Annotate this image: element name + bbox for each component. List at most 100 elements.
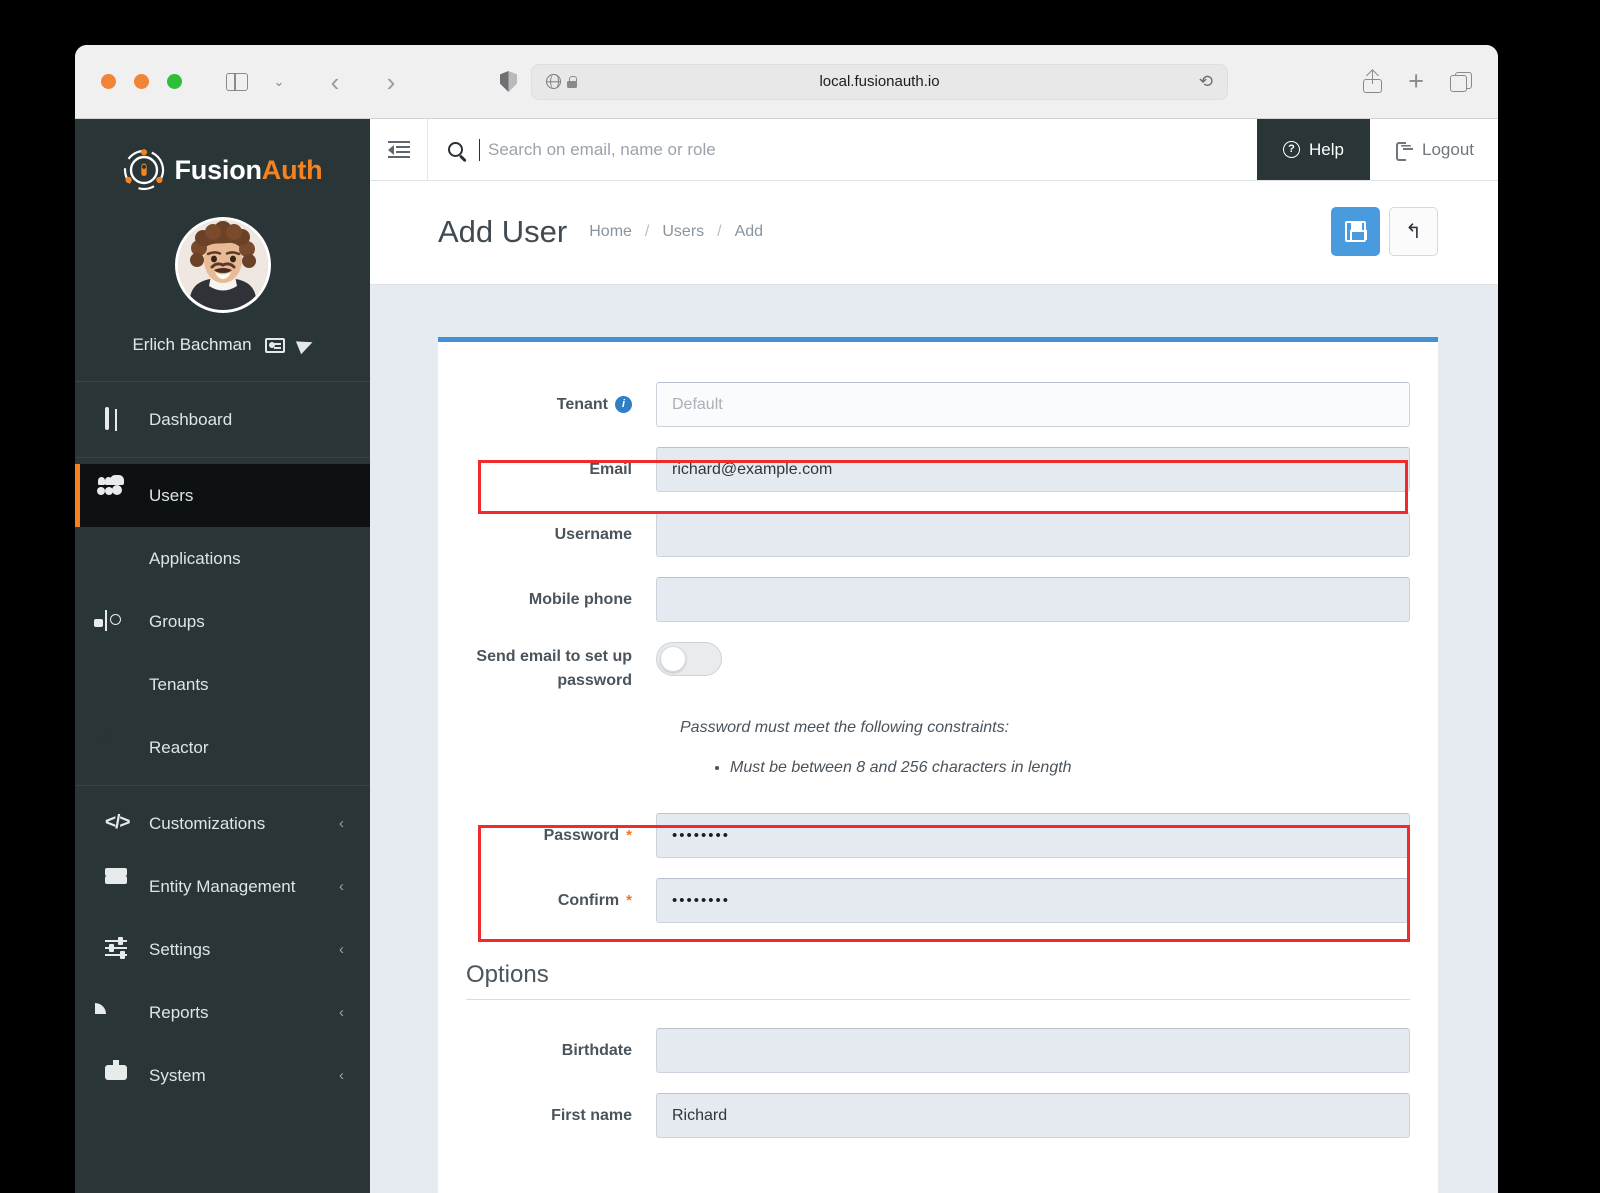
address-bar[interactable]: local.fusionauth.io ⟳ bbox=[531, 63, 1228, 100]
tenant-select[interactable]: Default bbox=[656, 382, 1410, 427]
reactor-icon bbox=[105, 737, 129, 759]
sidebar-item-label: Reactor bbox=[149, 737, 209, 757]
breadcrumb-item-add[interactable]: Add bbox=[735, 223, 763, 241]
lock-icon bbox=[567, 75, 577, 88]
brand-name-part2: Auth bbox=[261, 154, 323, 185]
dashboard-icon bbox=[105, 406, 129, 431]
fusionauth-logo-icon bbox=[123, 149, 165, 191]
sidebar-group-1: Dashboard bbox=[75, 382, 370, 457]
options-section-title: Options bbox=[466, 961, 1410, 1000]
save-button[interactable] bbox=[1331, 207, 1380, 256]
id-card-icon[interactable] bbox=[264, 337, 285, 353]
search-input[interactable] bbox=[479, 138, 1238, 161]
sidebar-item-groups[interactable]: Groups bbox=[75, 590, 370, 653]
breadcrumb-item-users[interactable]: Users bbox=[662, 223, 704, 241]
sidebar-item-settings[interactable]: Settings ‹ bbox=[75, 918, 370, 981]
email-label-group: Email bbox=[438, 461, 656, 479]
sidebar-item-label: Reports bbox=[149, 1002, 209, 1022]
back-button[interactable]: ↰ bbox=[1389, 207, 1438, 256]
birthdate-label-group: Birthdate bbox=[438, 1042, 656, 1060]
sidebar-item-reactor[interactable]: Reactor bbox=[75, 716, 370, 779]
first-name-label: First name bbox=[551, 1106, 632, 1124]
username-label: Username bbox=[554, 525, 632, 543]
sidebar-item-dashboard[interactable]: Dashboard bbox=[75, 388, 370, 451]
minimize-window-button[interactable] bbox=[134, 74, 149, 89]
first-name-field[interactable]: Richard bbox=[656, 1093, 1410, 1138]
avatar[interactable] bbox=[174, 217, 271, 313]
password-value: •••••••• bbox=[672, 827, 731, 844]
birthdate-field[interactable] bbox=[656, 1028, 1410, 1073]
sidebar-item-applications[interactable]: Applications bbox=[75, 527, 370, 590]
show-sidebar-button[interactable] bbox=[218, 65, 256, 99]
applications-icon bbox=[105, 548, 129, 570]
search-icon bbox=[448, 142, 463, 157]
sidebar-item-system[interactable]: System ‹ bbox=[75, 1044, 370, 1107]
traffic-lights bbox=[101, 74, 182, 89]
sidebar-item-reports[interactable]: Reports ‹ bbox=[75, 981, 370, 1044]
confirm-password-field[interactable]: •••••••• bbox=[656, 878, 1410, 923]
logout-button[interactable]: Logout bbox=[1370, 119, 1498, 180]
mobile-phone-label: Mobile phone bbox=[528, 590, 632, 608]
info-icon[interactable]: i bbox=[615, 396, 632, 413]
chevron-down-icon: ⌄ bbox=[273, 73, 285, 89]
top-bar: ? Help Logout bbox=[370, 119, 1498, 181]
page-actions: ↰ bbox=[1331, 207, 1438, 256]
mobile-phone-field[interactable] bbox=[656, 577, 1410, 622]
brand-logo[interactable]: FusionAuth bbox=[75, 119, 370, 197]
collapse-menu-icon bbox=[387, 140, 410, 159]
back-button[interactable]: ‹ bbox=[316, 65, 354, 99]
floppy-disk-icon bbox=[1345, 221, 1367, 242]
share-icon[interactable] bbox=[1363, 70, 1383, 93]
send-email-toggle[interactable] bbox=[656, 642, 722, 676]
sidebar-user-row: Erlich Bachman bbox=[75, 335, 370, 382]
brand-name-part1: Fusion bbox=[174, 154, 262, 185]
password-field[interactable]: •••••••• bbox=[656, 813, 1410, 858]
form-row-username: Username bbox=[438, 512, 1438, 557]
avatar-container bbox=[75, 217, 370, 313]
tab-overview-icon[interactable] bbox=[1450, 71, 1472, 92]
tenant-label: Tenant bbox=[556, 395, 608, 413]
sidebar-item-tenants[interactable]: Tenants bbox=[75, 653, 370, 716]
site-indicators bbox=[546, 73, 577, 90]
email-field[interactable]: richard@example.com bbox=[656, 447, 1410, 492]
impersonate-icon[interactable] bbox=[295, 335, 315, 355]
form-row-send-email-toggle: Send email to set up password bbox=[438, 642, 1438, 693]
collapse-sidebar-button[interactable] bbox=[370, 119, 428, 180]
help-button[interactable]: ? Help bbox=[1257, 119, 1370, 180]
breadcrumb-separator: / bbox=[644, 222, 650, 240]
first-name-label-group: First name bbox=[438, 1107, 656, 1125]
form-row-confirm-password: Confirm * •••••••• bbox=[438, 878, 1438, 923]
zoom-window-button[interactable] bbox=[167, 74, 182, 89]
sidebar-item-label: Settings bbox=[149, 939, 211, 959]
main-area: ? Help Logout Add User Home / Users / Ad… bbox=[370, 119, 1498, 1193]
sidebar-item-label: System bbox=[149, 1065, 206, 1085]
forward-button[interactable]: › bbox=[372, 65, 410, 99]
sidebar-item-label: Dashboard bbox=[149, 409, 233, 429]
brand-name: FusionAuth bbox=[175, 155, 323, 186]
username-field[interactable] bbox=[656, 512, 1410, 557]
constraints-list: Must be between 8 and 256 characters in … bbox=[730, 759, 1438, 777]
breadcrumb: Home / Users / Add bbox=[589, 223, 763, 241]
confirm-label: Confirm bbox=[557, 891, 620, 909]
search-area bbox=[428, 119, 1257, 180]
page-title: Add User bbox=[438, 213, 568, 249]
sidebar-item-customizations[interactable]: </> Customizations ‹ bbox=[75, 792, 370, 855]
sidebar-options-button[interactable]: ⌄ bbox=[260, 65, 298, 99]
chevron-left-icon: ‹ bbox=[339, 1067, 344, 1084]
privacy-shield-icon[interactable] bbox=[500, 71, 517, 92]
tenant-label-group: Tenant i bbox=[438, 396, 656, 414]
sidebar-item-users[interactable]: Users bbox=[75, 464, 370, 527]
mobile-phone-label-group: Mobile phone bbox=[438, 591, 656, 609]
breadcrumb-item-home[interactable]: Home bbox=[589, 223, 632, 241]
reload-icon[interactable]: ⟳ bbox=[1199, 72, 1213, 92]
sidebar-item-entity-management[interactable]: Entity Management ‹ bbox=[75, 855, 370, 918]
close-window-button[interactable] bbox=[101, 74, 116, 89]
logout-label: Logout bbox=[1422, 139, 1474, 159]
url-text: local.fusionauth.io bbox=[819, 73, 940, 90]
chevron-left-icon: ‹ bbox=[339, 941, 344, 958]
chevron-left-icon: ‹ bbox=[339, 815, 344, 832]
new-tab-icon[interactable]: + bbox=[1408, 68, 1424, 95]
confirm-password-value: •••••••• bbox=[672, 892, 731, 909]
password-constraints: Password must meet the following constra… bbox=[656, 719, 1438, 777]
sidebar-item-label: Users bbox=[149, 485, 194, 505]
